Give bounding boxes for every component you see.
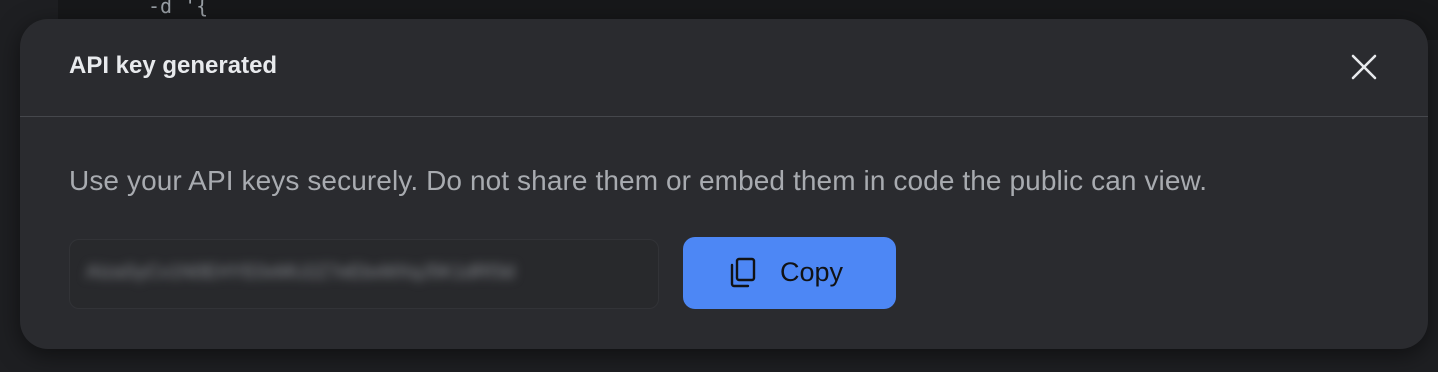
background-code-text: -d '{ (148, 0, 209, 18)
api-key-field[interactable]: AIzaSyCv1N0EHYE0xMU2Z7eEbxMXqJ5K1dRf3d (69, 239, 659, 309)
close-icon (1351, 54, 1377, 80)
copy-icon (730, 257, 756, 288)
close-button[interactable] (1346, 49, 1382, 85)
copy-button[interactable]: Copy (683, 237, 896, 309)
security-message: Use your API keys securely. Do not share… (69, 165, 1208, 196)
api-key-dialog: API key generated Use your API keys secu… (20, 19, 1428, 349)
api-key-value: AIzaSyCv1N0EHYE0xMU2Z7eEbxMXqJ5K1dRf3d (86, 262, 515, 283)
dialog-header: API key generated (20, 19, 1428, 117)
dialog-title: API key generated (69, 52, 278, 79)
copy-button-label: Copy (780, 257, 844, 287)
